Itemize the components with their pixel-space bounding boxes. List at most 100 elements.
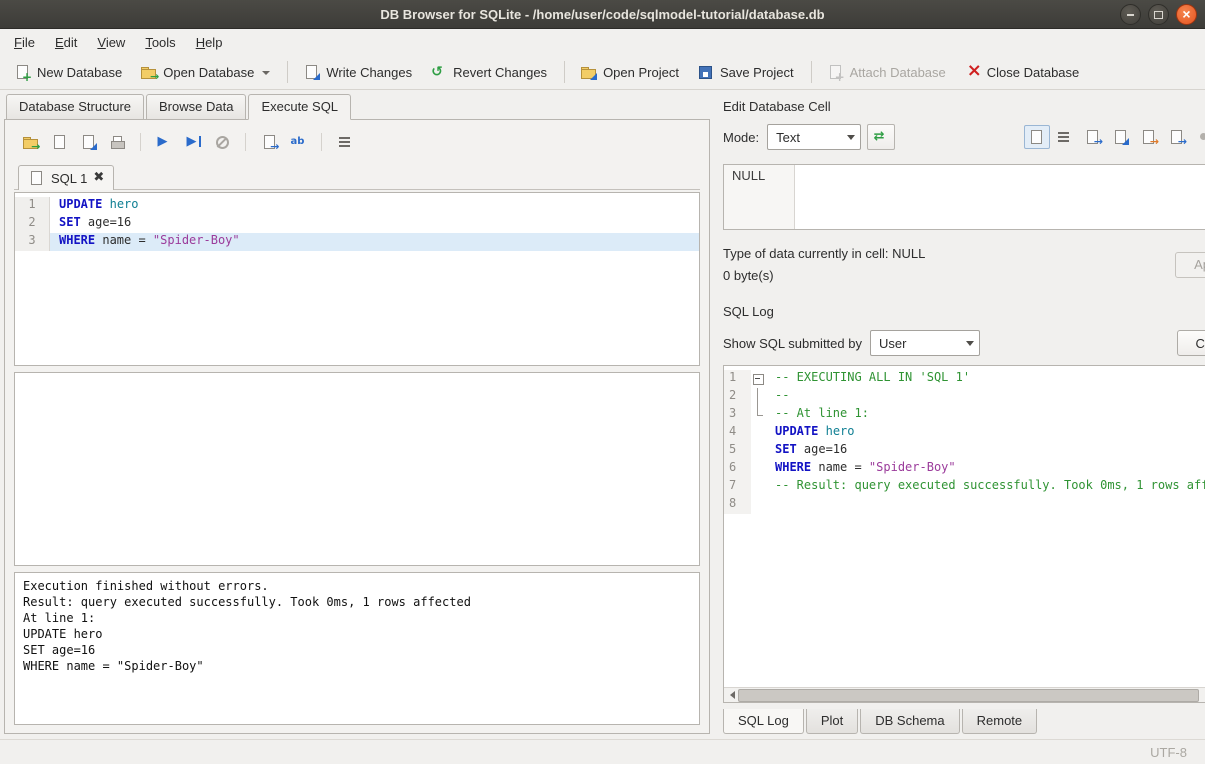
edit-cell-header: Edit Database Cell: [723, 98, 1205, 114]
maximize-icon[interactable]: [1148, 4, 1169, 25]
scroll-left-icon[interactable]: [724, 688, 738, 702]
write-changes-icon: [303, 64, 320, 80]
right-pane: Edit Database Cell Mode: Text: [712, 88, 1205, 740]
code-line[interactable]: 1-- EXECUTING ALL IN 'SQL 1': [724, 370, 1205, 388]
fold-marker-icon[interactable]: [751, 370, 766, 388]
toolbar-write-changes-button[interactable]: Write Changes: [295, 60, 420, 84]
save-file-button[interactable]: [1108, 125, 1134, 149]
text-view-icon: [1028, 129, 1045, 145]
cell-word-wrap-button[interactable]: [1052, 125, 1078, 149]
code-line[interactable]: 2--: [724, 388, 1205, 406]
results-grid[interactable]: [14, 372, 700, 566]
title-bar[interactable]: DB Browser for SQLite - /home/user/code/…: [0, 0, 1205, 29]
export-results-button[interactable]: [259, 132, 279, 152]
cell-editor-toolbar: [1022, 125, 1205, 149]
export-icon: [1168, 129, 1185, 145]
toolbar-open-project-button[interactable]: Open Project: [572, 60, 687, 84]
chevron-down-icon: [842, 130, 860, 144]
scrollbar-thumb[interactable]: [738, 689, 1199, 702]
menu-edit[interactable]: Edit: [45, 32, 87, 53]
code-text: -- EXECUTING ALL IN 'SQL 1': [766, 370, 1205, 388]
toolbar-button-label: Revert Changes: [453, 65, 547, 80]
code-line[interactable]: 6WHERE name = "Spider-Boy": [724, 460, 1205, 478]
code-text: SET age=16: [50, 215, 699, 233]
attach-database-icon: [827, 64, 844, 80]
toolbar-button-label: Open Database: [163, 65, 254, 80]
code-line[interactable]: 4UPDATE hero: [724, 424, 1205, 442]
app-window: DB Browser for SQLite - /home/user/code/…: [0, 0, 1205, 764]
code-line[interactable]: 8: [724, 496, 1205, 514]
menu-help[interactable]: Help: [186, 32, 233, 53]
cell-editor[interactable]: NULL: [723, 164, 1205, 230]
menu-tools[interactable]: Tools: [135, 32, 185, 53]
bottom-tab-remote[interactable]: Remote: [962, 709, 1038, 734]
horizontal-scrollbar[interactable]: [724, 687, 1205, 702]
word-wrap-button[interactable]: [335, 132, 355, 152]
set-null-button[interactable]: [1192, 125, 1205, 149]
text-view-button[interactable]: [1024, 125, 1050, 149]
minimize-icon[interactable]: [1120, 4, 1141, 25]
save-sql-file-button[interactable]: [49, 132, 69, 152]
tab-database-structure[interactable]: Database Structure: [6, 94, 144, 120]
open-external-icon: [873, 129, 890, 145]
apply-button[interactable]: Apply: [1175, 252, 1205, 278]
mode-select[interactable]: Text: [767, 124, 861, 150]
code-text: -- At line 1:: [766, 406, 1205, 424]
close-tab-icon[interactable]: [93, 172, 104, 184]
toolbar-open-database-button[interactable]: Open Database: [132, 60, 278, 84]
execute-sql-button[interactable]: [154, 132, 174, 152]
open-file-button[interactable]: [1080, 125, 1106, 149]
cell-type-text: Type of data currently in cell: NULL: [723, 246, 925, 261]
line-number: 3: [15, 233, 50, 251]
clear-button[interactable]: Clear: [1177, 330, 1205, 356]
open-sql-file-button[interactable]: [20, 132, 40, 152]
save-sql-as-button[interactable]: [78, 132, 98, 152]
sql-file-tab[interactable]: SQL 1: [18, 165, 114, 190]
toolbar-attach-database-button[interactable]: Attach Database: [819, 60, 954, 84]
open-external-button[interactable]: [867, 124, 895, 150]
execute-sql-page: SQL 1 1UPDATE hero2SET age=163WHERE name…: [4, 119, 710, 734]
set-null-icon: [1196, 129, 1205, 145]
print-button[interactable]: [107, 132, 127, 152]
tab-browse-data[interactable]: Browse Data: [146, 94, 246, 120]
code-line[interactable]: 3-- At line 1:: [724, 406, 1205, 424]
code-line[interactable]: 5SET age=16: [724, 442, 1205, 460]
toolbar-close-database-button[interactable]: Close Database: [956, 60, 1088, 84]
cell-value: NULL: [732, 168, 765, 183]
close-window-icon[interactable]: [1176, 4, 1197, 25]
code-line[interactable]: 3WHERE name = "Spider-Boy": [15, 233, 699, 251]
export-button[interactable]: [1164, 125, 1190, 149]
bottom-tab-sql-log[interactable]: SQL Log: [723, 709, 804, 734]
toolbar-save-project-button[interactable]: Save Project: [689, 60, 802, 84]
log-filter-select[interactable]: User: [870, 330, 980, 356]
execute-sql-icon: [156, 134, 173, 150]
stop-button[interactable]: [212, 132, 232, 152]
toolbar-revert-changes-button[interactable]: Revert Changes: [422, 60, 555, 84]
mode-label: Mode:: [723, 130, 759, 145]
cell-info-texts: Type of data currently in cell: NULL 0 b…: [723, 246, 925, 283]
toolbar-button-label: Close Database: [987, 65, 1080, 80]
execute-current-line-button[interactable]: [183, 132, 203, 152]
code-line[interactable]: 1UPDATE hero: [15, 197, 699, 215]
chevron-down-icon: [961, 336, 979, 350]
sql-log-view[interactable]: 1-- EXECUTING ALL IN 'SQL 1'2--3-- At li…: [723, 365, 1205, 703]
bottom-tab-plot[interactable]: Plot: [806, 709, 858, 734]
import-icon: [1140, 129, 1157, 145]
import-button[interactable]: [1136, 125, 1162, 149]
dropdown-caret-icon[interactable]: [262, 71, 270, 79]
code-line[interactable]: 7-- Result: query executed successfully.…: [724, 478, 1205, 496]
execution-output: Execution finished without errors.Result…: [14, 572, 700, 725]
find-replace-button[interactable]: [288, 132, 308, 152]
encoding-indicator[interactable]: UTF-8: [1150, 745, 1187, 760]
bottom-tab-db-schema[interactable]: DB Schema: [860, 709, 959, 734]
code-line[interactable]: 2SET age=16: [15, 215, 699, 233]
menu-file[interactable]: File: [4, 32, 45, 53]
fold-marker-icon: [751, 478, 766, 496]
fold-marker-icon: [751, 496, 766, 514]
revert-changes-icon: [430, 64, 447, 80]
tab-execute-sql[interactable]: Execute SQL: [248, 94, 351, 120]
toolbar-new-database-button[interactable]: New Database: [6, 60, 130, 84]
new-database-icon: [14, 64, 31, 80]
menu-view[interactable]: View: [87, 32, 135, 53]
sql-editor[interactable]: 1UPDATE hero2SET age=163WHERE name = "Sp…: [14, 192, 700, 366]
